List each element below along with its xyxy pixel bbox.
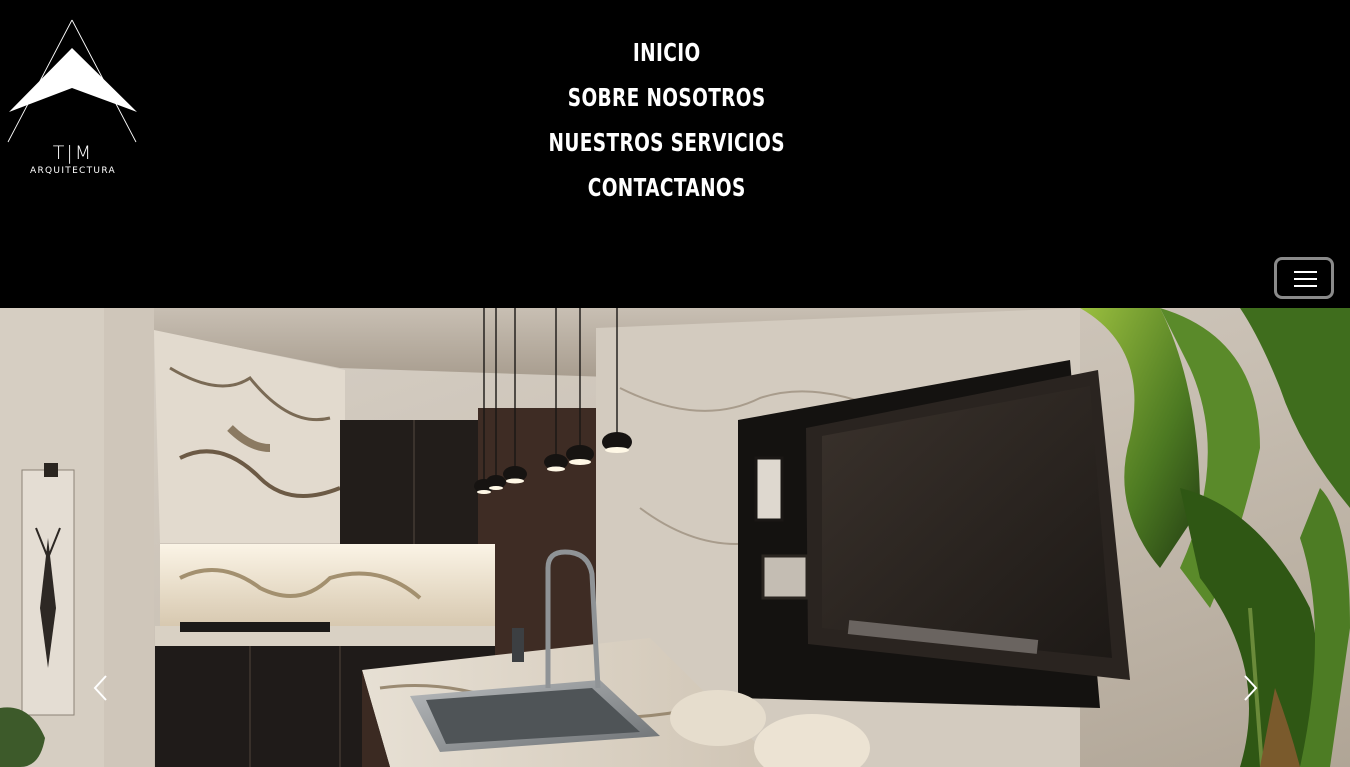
chevron-right-icon <box>1244 675 1258 701</box>
carousel-next-button[interactable] <box>1235 668 1265 708</box>
nav-link-nuestros-servicios[interactable]: NUESTROS SERVICIOS <box>549 122 785 164</box>
carousel-prev-button[interactable] <box>86 668 116 708</box>
hamburger-menu-icon <box>1294 271 1317 273</box>
nav-link-inicio[interactable]: INICIO <box>633 32 701 74</box>
nav-link-sobre-nosotros[interactable]: SOBRE NOSOTROS <box>568 77 766 119</box>
hamburger-menu-icon <box>1294 285 1317 287</box>
nav-item-sobre-nosotros: SOBRE NOSOTROS <box>0 77 1334 122</box>
chevron-left-icon <box>93 675 107 701</box>
kitchen-interior-photo <box>0 308 1350 767</box>
nav-item-contactanos: CONTACTANOS <box>0 167 1334 212</box>
site-header: T|M ARQUITECTURA INICIO SOBRE NOSOTROS N… <box>0 0 1350 308</box>
hero-carousel <box>0 308 1350 767</box>
nav-link-contactanos[interactable]: CONTACTANOS <box>588 167 746 209</box>
nav-item-nuestros-servicios: NUESTROS SERVICIOS <box>0 122 1334 167</box>
main-nav: INICIO SOBRE NOSOTROS NUESTROS SERVICIOS… <box>0 32 1334 212</box>
nav-item-inicio: INICIO <box>0 32 1334 77</box>
hamburger-menu-icon <box>1294 278 1317 280</box>
menu-toggle-button[interactable] <box>1274 257 1334 299</box>
